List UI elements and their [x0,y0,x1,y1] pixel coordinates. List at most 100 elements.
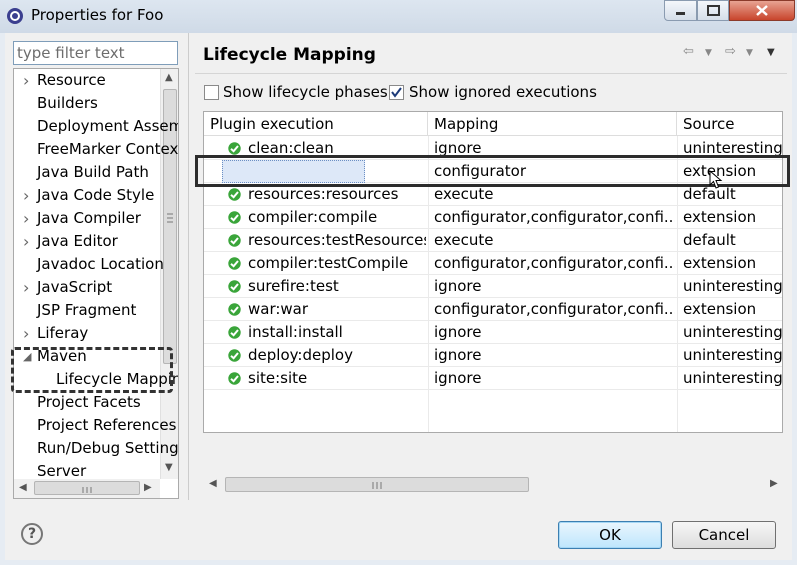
ok-check-icon [228,188,241,201]
close-button[interactable] [729,0,795,21]
show-phases-checkbox[interactable] [204,85,219,100]
title-bar[interactable]: Properties for Foo [0,0,797,33]
minimize-icon [676,12,685,15]
tree-item[interactable]: Java Build Path [14,161,160,184]
tree-item-label: Resource [37,71,106,89]
tree-item-label: Java Compiler [37,209,141,227]
tree-item[interactable]: › Liferay [14,322,160,345]
forward-menu-chevron-icon[interactable]: ▼ [746,48,753,58]
expand-chevron-icon[interactable]: › [23,230,29,253]
table-row[interactable]: surefire:test ignore uninteresting [204,275,782,298]
ok-check-icon [228,326,241,339]
column-header-plugin-execution[interactable]: Plugin execution [204,112,428,136]
splitter[interactable] [188,33,189,500]
show-ignored-checkbox[interactable] [389,85,404,100]
tree-item[interactable]: › Resource [14,69,160,92]
grip-icon [372,482,382,489]
expand-chevron-icon[interactable]: › [23,69,29,92]
scroll-down-arrow-icon[interactable]: ▼ [165,462,173,473]
scroll-right-arrow-icon[interactable]: ▶ [770,478,778,489]
tree-item-label: Run/Debug Settings [37,439,179,457]
scroll-left-arrow-icon[interactable]: ◀ [209,478,217,489]
cell-execution: war:war [248,300,309,318]
cell-execution: compiler:compile [248,208,378,226]
tree-item-label: Liferay [37,324,89,342]
back-arrow-icon[interactable]: ⇦ [683,44,694,59]
tree-item[interactable]: FreeMarker Context [14,138,178,161]
ok-check-icon [228,349,241,362]
forward-arrow-icon[interactable]: ⇨ [725,44,736,59]
tree-hscroll-thumb[interactable] [34,481,140,495]
header-divider [195,73,787,74]
ok-button[interactable]: OK [558,521,662,549]
minimize-button[interactable] [664,0,697,21]
table-row[interactable]: deploy:deploy ignore uninteresting [204,344,782,367]
cell-execution: resources:testResources [248,231,426,249]
ok-check-icon [228,211,241,224]
help-button[interactable]: ? [21,523,43,545]
checkmark-icon [391,87,402,98]
scroll-up-arrow-icon[interactable]: ▲ [165,72,173,83]
expand-chevron-icon[interactable]: › [23,184,29,207]
column-header-source[interactable]: Source [677,112,782,136]
tree-item[interactable]: Project Facets [14,391,160,414]
expand-chevron-icon[interactable]: › [23,276,29,299]
tree-item-label: Java Editor [37,232,118,250]
view-menu-icon[interactable]: ▼ [767,47,775,58]
table-row[interactable]: compiler:testCompile configurator,configu… [204,252,782,275]
tree-item[interactable]: Server [14,460,160,483]
scroll-left-arrow-icon[interactable]: ◀ [19,482,27,493]
table-horizontal-scrollbar[interactable]: ◀ ▶ [203,474,783,495]
window-title: Properties for Foo [31,6,164,24]
cell-source: uninteresting [683,346,782,364]
tree-item-label: Java Code Style [37,186,155,204]
tree-item[interactable]: › Java Compiler [14,207,160,230]
tree-item[interactable]: Project References [14,414,176,437]
tree-item[interactable]: › JavaScript [14,276,160,299]
expand-chevron-icon[interactable]: › [23,322,29,345]
properties-tree[interactable]: ▲ ▼ ◀ ▶ › Resource Builders Deployment Asse… [13,68,179,499]
column-header-mapping[interactable]: Mapping [428,112,677,136]
scroll-right-arrow-icon[interactable]: ▶ [144,482,152,493]
tree-item[interactable]: › Java Editor [14,230,160,253]
maven-highlight-box [11,347,173,393]
tree-item[interactable]: Deployment Assembly [14,115,178,138]
cell-execution: surefire:test [248,277,339,295]
tree-item-label: JSP Fragment [37,301,137,319]
cell-execution: install:install [248,323,343,341]
cell-source: extension [683,254,757,272]
cell-execution: site:site [248,369,308,387]
tree-item-label: Java Build Path [37,163,149,181]
cancel-button[interactable]: Cancel [672,521,776,549]
maximize-icon [707,5,720,16]
table-row[interactable]: site:site ignore uninteresting [204,367,782,390]
tree-item[interactable]: Run/Debug Settings [14,437,178,460]
selected-row-highlight-box [195,155,790,187]
tree-item-label: Server [37,462,87,480]
ok-check-icon [228,280,241,293]
table-row[interactable]: compiler:compile configurator,configurato… [204,206,782,229]
tree-item[interactable]: Javadoc Location [14,253,164,276]
table-row[interactable]: install:install ignore uninteresting [204,321,782,344]
expand-chevron-icon[interactable]: › [23,207,29,230]
tree-item-label: JavaScript [37,278,113,296]
table-row[interactable]: war:war configurator,configurator,confi..… [204,298,782,321]
ok-check-icon [228,303,241,316]
tree-item-label: Javadoc Location [37,255,164,273]
tree-item[interactable]: Builders [14,92,160,115]
tree-item-label: Project Facets [37,393,141,411]
table-hscroll-thumb[interactable] [225,477,529,492]
filter-input[interactable]: type filter text [13,41,178,65]
cell-source: uninteresting [683,277,782,295]
back-menu-chevron-icon[interactable]: ▼ [705,48,712,58]
maximize-button[interactable] [697,0,729,21]
tree-item[interactable]: › Java Code Style [14,184,160,207]
table-row[interactable]: resources:testResources execute default [204,229,782,252]
cell-mapping: ignore [434,277,482,295]
tree-item-label: FreeMarker Context [37,140,179,158]
cell-execution: deploy:deploy [248,346,353,364]
tree-item-label: Builders [37,94,98,112]
tree-item[interactable]: JSP Fragment [14,299,160,322]
cell-source: default [683,231,736,249]
cell-source: uninteresting [683,323,782,341]
